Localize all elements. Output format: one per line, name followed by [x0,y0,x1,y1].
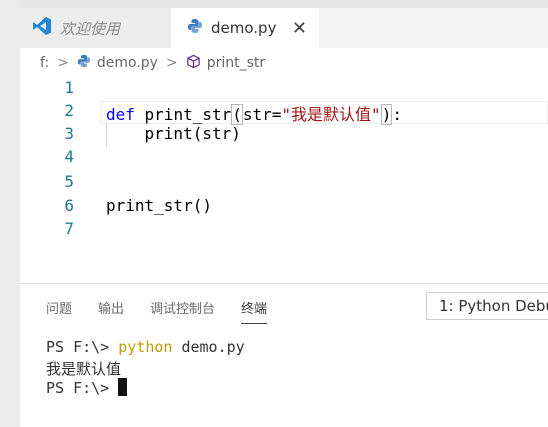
breadcrumb-file[interactable]: demo.py [97,55,158,71]
line-number: 5 [64,172,74,191]
terminal-prompt: PS F:\> [46,379,119,397]
terminal-argument: demo.py [172,338,245,356]
terminal-line: PS F:\> [46,378,245,398]
breadcrumb-separator: > [57,55,69,71]
python-file-icon [77,54,91,72]
code-text: print_str() [106,196,212,215]
code-line: 3 print(str) [20,124,548,147]
breadcrumb-drive[interactable]: f: [40,55,49,71]
line-number: 1 [64,78,74,97]
title-strip [20,0,548,8]
param-name: str= [242,105,282,124]
code-editor[interactable]: 1 2 def print_str(str="我是默认值"): 3 print(… [20,78,548,283]
terminal-line: PS F:\> python demo.py [46,338,245,358]
bracket-close: ) [380,104,393,125]
line-number: 2 [64,101,74,120]
string-literal: "我是默认值" [281,105,381,124]
code-text: print(str) [106,124,241,143]
function-name: print_str [134,105,232,124]
terminal-line: 我是默认值 [46,360,122,378]
breadcrumb-separator: > [165,55,178,71]
code-text: def print_str(str="我是默认值"): [106,101,402,125]
code-line: 6 print_str() [20,196,548,219]
tab-bar: 欢迎使用 demo.py ✕ [20,8,548,48]
tab-output[interactable]: 输出 [98,298,124,324]
code-line: 2 def print_str(str="我是默认值"): [20,101,548,125]
tab-demo-label: demo.py [211,19,277,37]
breadcrumb-symbol[interactable]: print_str [207,55,265,71]
terminal-output[interactable]: PS F:\> python demo.py 我是默认值 PS F:\> [46,338,245,398]
code-line: 4 [20,147,548,170]
bottom-panel: 问题 输出 调试控制台 终端 1: Python Debug Console P… [20,283,548,427]
keyword-def: def [106,105,135,124]
tab-welcome-label: 欢迎使用 [60,19,121,38]
code-line: 1 [20,78,548,101]
line-number: 7 [64,219,74,238]
tab-debug-console[interactable]: 调试控制台 [150,298,215,324]
activity-strip [0,0,20,427]
code-line: 5 [20,172,548,195]
line-number: 4 [64,147,74,166]
tab-problems[interactable]: 问题 [46,298,72,324]
terminal-cursor [118,378,128,396]
breadcrumb: f: > demo.py > print_str [20,48,548,78]
colon: : [392,105,402,124]
tab-welcome[interactable]: 欢迎使用 [20,8,171,48]
vscode-logo-icon [32,16,52,40]
bracket-open: ( [231,104,243,125]
close-icon[interactable]: ✕ [292,18,307,39]
terminal-select[interactable]: 1: Python Debug Console [426,292,548,320]
tab-terminal[interactable]: 终端 [241,298,268,324]
terminal-command: python [118,338,173,356]
code-line: 7 [20,219,548,242]
tab-demo-py[interactable]: demo.py ✕ [171,8,319,48]
terminal-prompt: PS F:\> [46,338,119,356]
python-file-icon [187,18,203,38]
line-number: 3 [64,124,74,143]
method-cube-icon [186,54,201,73]
line-number: 6 [64,196,74,215]
panel-tabs: 问题 输出 调试控制台 终端 [46,298,293,324]
